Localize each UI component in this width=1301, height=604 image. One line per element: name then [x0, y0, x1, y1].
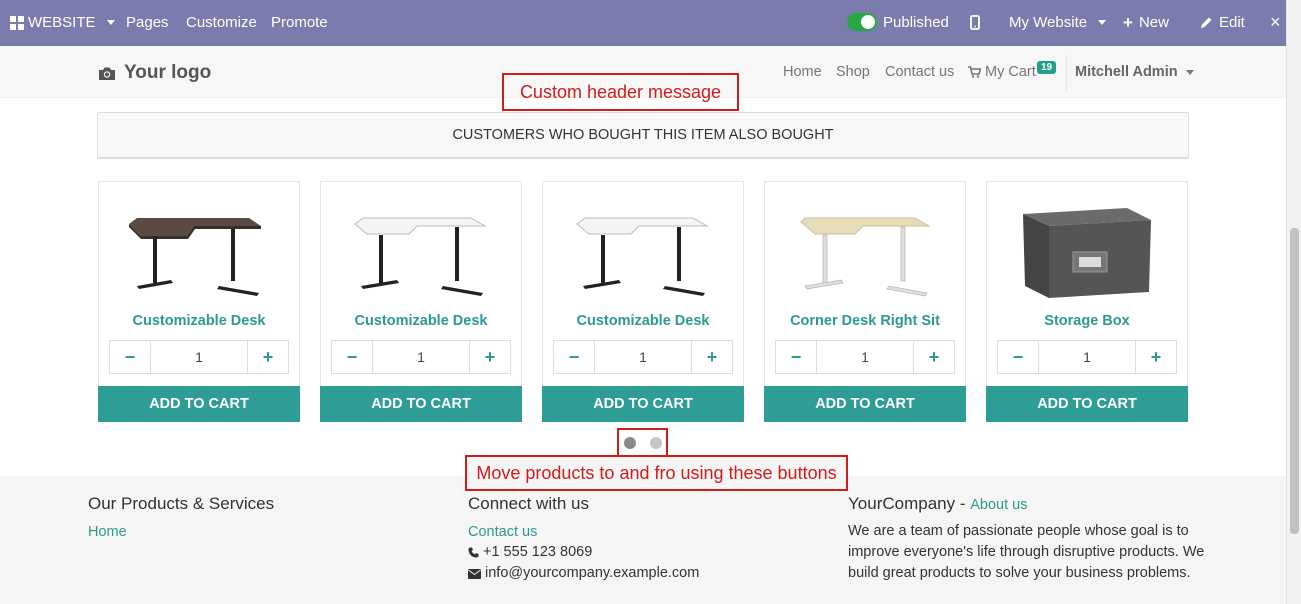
plus-icon: +	[1123, 13, 1133, 32]
new-button[interactable]: + New	[1123, 14, 1169, 31]
product-name[interactable]: Corner Desk Right Sit	[765, 313, 965, 329]
website-menu[interactable]: WEBSITE	[10, 14, 115, 31]
minus-button[interactable]: −	[776, 341, 816, 373]
quantity-input[interactable]: 1	[1038, 341, 1136, 373]
mobile-preview-button[interactable]	[970, 15, 980, 30]
edit-label: Edit	[1219, 14, 1245, 31]
quantity-stepper: − 1 +	[997, 340, 1177, 374]
nav-shop[interactable]: Shop	[836, 64, 870, 80]
plus-button[interactable]: +	[692, 341, 732, 373]
caret-down-icon	[1098, 20, 1107, 25]
my-website-menu[interactable]: My Website	[1009, 14, 1107, 31]
plus-button[interactable]: +	[248, 341, 288, 373]
cart-icon	[968, 66, 981, 78]
product-card[interactable]: Customizable Desk − 1 + ADD TO CART	[320, 181, 522, 422]
add-to-cart-button[interactable]: ADD TO CART	[98, 386, 300, 422]
product-image-white-desk[interactable]	[321, 192, 521, 302]
plus-button[interactable]: +	[914, 341, 954, 373]
product-image-storage-box[interactable]	[987, 192, 1187, 302]
phone-icon	[468, 547, 479, 558]
product-card[interactable]: Customizable Desk − 1 + ADD TO CART	[98, 181, 300, 422]
footer-connect-title: Connect with us	[468, 494, 589, 513]
nav-divider	[1066, 54, 1067, 92]
annotation-header-message: Custom header message	[502, 73, 739, 111]
section-title: CUSTOMERS WHO BOUGHT THIS ITEM ALSO BOUG…	[97, 112, 1189, 159]
website-label: WEBSITE	[28, 14, 96, 31]
caret-down-icon	[106, 20, 115, 25]
toggle-switch[interactable]	[847, 13, 877, 31]
add-to-cart-button[interactable]: ADD TO CART	[542, 386, 744, 422]
published-toggle[interactable]: Published	[847, 13, 949, 31]
add-to-cart-button[interactable]: ADD TO CART	[764, 386, 966, 422]
close-icon: ×	[1270, 12, 1281, 32]
quantity-stepper: − 1 +	[109, 340, 289, 374]
quantity-stepper: − 1 +	[553, 340, 733, 374]
product-name[interactable]: Storage Box	[987, 313, 1187, 329]
annotation-carousel-hint: Move products to and fro using these but…	[465, 455, 848, 491]
product-card[interactable]: Storage Box − 1 + ADD TO CART	[986, 181, 1188, 422]
customize-menu[interactable]: Customize	[186, 14, 257, 31]
email-address[interactable]: info@yourcompany.example.com	[485, 563, 699, 584]
pages-menu[interactable]: Pages	[126, 14, 169, 31]
add-to-cart-button[interactable]: ADD TO CART	[986, 386, 1188, 422]
mobile-icon	[970, 15, 980, 30]
footer-products-title: Our Products & Services	[88, 494, 275, 513]
published-label: Published	[883, 13, 949, 31]
plus-button[interactable]: +	[1136, 341, 1176, 373]
minus-button[interactable]: −	[110, 341, 150, 373]
footer-company-title: YourCompany - About us	[848, 494, 1027, 514]
add-to-cart-button[interactable]: ADD TO CART	[320, 386, 522, 422]
product-name[interactable]: Customizable Desk	[99, 313, 299, 329]
user-name: Mitchell Admin	[1075, 64, 1178, 80]
nav-home[interactable]: Home	[783, 64, 822, 80]
footer-phone: +1 555 123 8069	[468, 542, 592, 563]
product-name[interactable]: Customizable Desk	[543, 313, 743, 329]
quantity-input[interactable]: 1	[816, 341, 914, 373]
camera-icon	[99, 67, 115, 80]
my-website-label: My Website	[1009, 14, 1088, 31]
cart-label: My Cart	[985, 64, 1036, 80]
about-us-link[interactable]: About us	[970, 497, 1027, 513]
new-label: New	[1138, 14, 1169, 31]
phone-number: +1 555 123 8069	[483, 544, 593, 560]
footer-contact-link[interactable]: Contact us	[468, 524, 537, 540]
logo[interactable]: Your logo	[98, 62, 211, 84]
user-menu[interactable]: Mitchell Admin	[1075, 64, 1194, 80]
quantity-stepper: − 1 +	[775, 340, 955, 374]
promote-menu[interactable]: Promote	[271, 14, 328, 31]
nav-cart[interactable]: My Cart	[968, 64, 1036, 80]
minus-button[interactable]: −	[998, 341, 1038, 373]
quantity-input[interactable]: 1	[372, 341, 470, 373]
logo-text: Your logo	[124, 62, 212, 83]
close-editor-button[interactable]: ×	[1270, 13, 1281, 31]
quantity-input[interactable]: 1	[594, 341, 692, 373]
caret-down-icon	[1185, 69, 1194, 75]
product-name[interactable]: Customizable Desk	[321, 313, 521, 329]
apps-icon	[10, 15, 24, 30]
quantity-input[interactable]: 1	[150, 341, 248, 373]
cart-count-badge: 19	[1037, 61, 1057, 74]
product-image-birch-desk[interactable]	[765, 192, 965, 302]
product-card[interactable]: Corner Desk Right Sit − 1 + ADD TO CART	[764, 181, 966, 422]
minus-button[interactable]: −	[554, 341, 594, 373]
company-name: YourCompany -	[848, 494, 971, 513]
admin-bar: WEBSITE Pages Customize Promote Publishe…	[0, 0, 1286, 46]
footer-home-link[interactable]: Home	[88, 524, 127, 540]
product-image-dark-desk[interactable]	[99, 192, 299, 302]
annotation-dots-highlight	[617, 428, 668, 457]
footer-email: info@yourcompany.example.com	[468, 563, 699, 584]
plus-button[interactable]: +	[470, 341, 510, 373]
nav-contact[interactable]: Contact us	[885, 64, 954, 80]
quantity-stepper: − 1 +	[331, 340, 511, 374]
footer-company-description: We are a team of passionate people whose…	[848, 523, 1205, 581]
pencil-icon	[1201, 17, 1212, 28]
envelope-icon	[468, 568, 481, 579]
edit-button[interactable]: Edit	[1200, 14, 1245, 31]
scrollbar-thumb[interactable]	[1290, 228, 1299, 534]
footer: Our Products & Services Home Connect wit…	[0, 476, 1286, 604]
minus-button[interactable]: −	[332, 341, 372, 373]
product-card[interactable]: Customizable Desk − 1 + ADD TO CART	[542, 181, 744, 422]
scrollbar[interactable]	[1286, 0, 1301, 604]
product-image-white-desk[interactable]	[543, 192, 743, 302]
